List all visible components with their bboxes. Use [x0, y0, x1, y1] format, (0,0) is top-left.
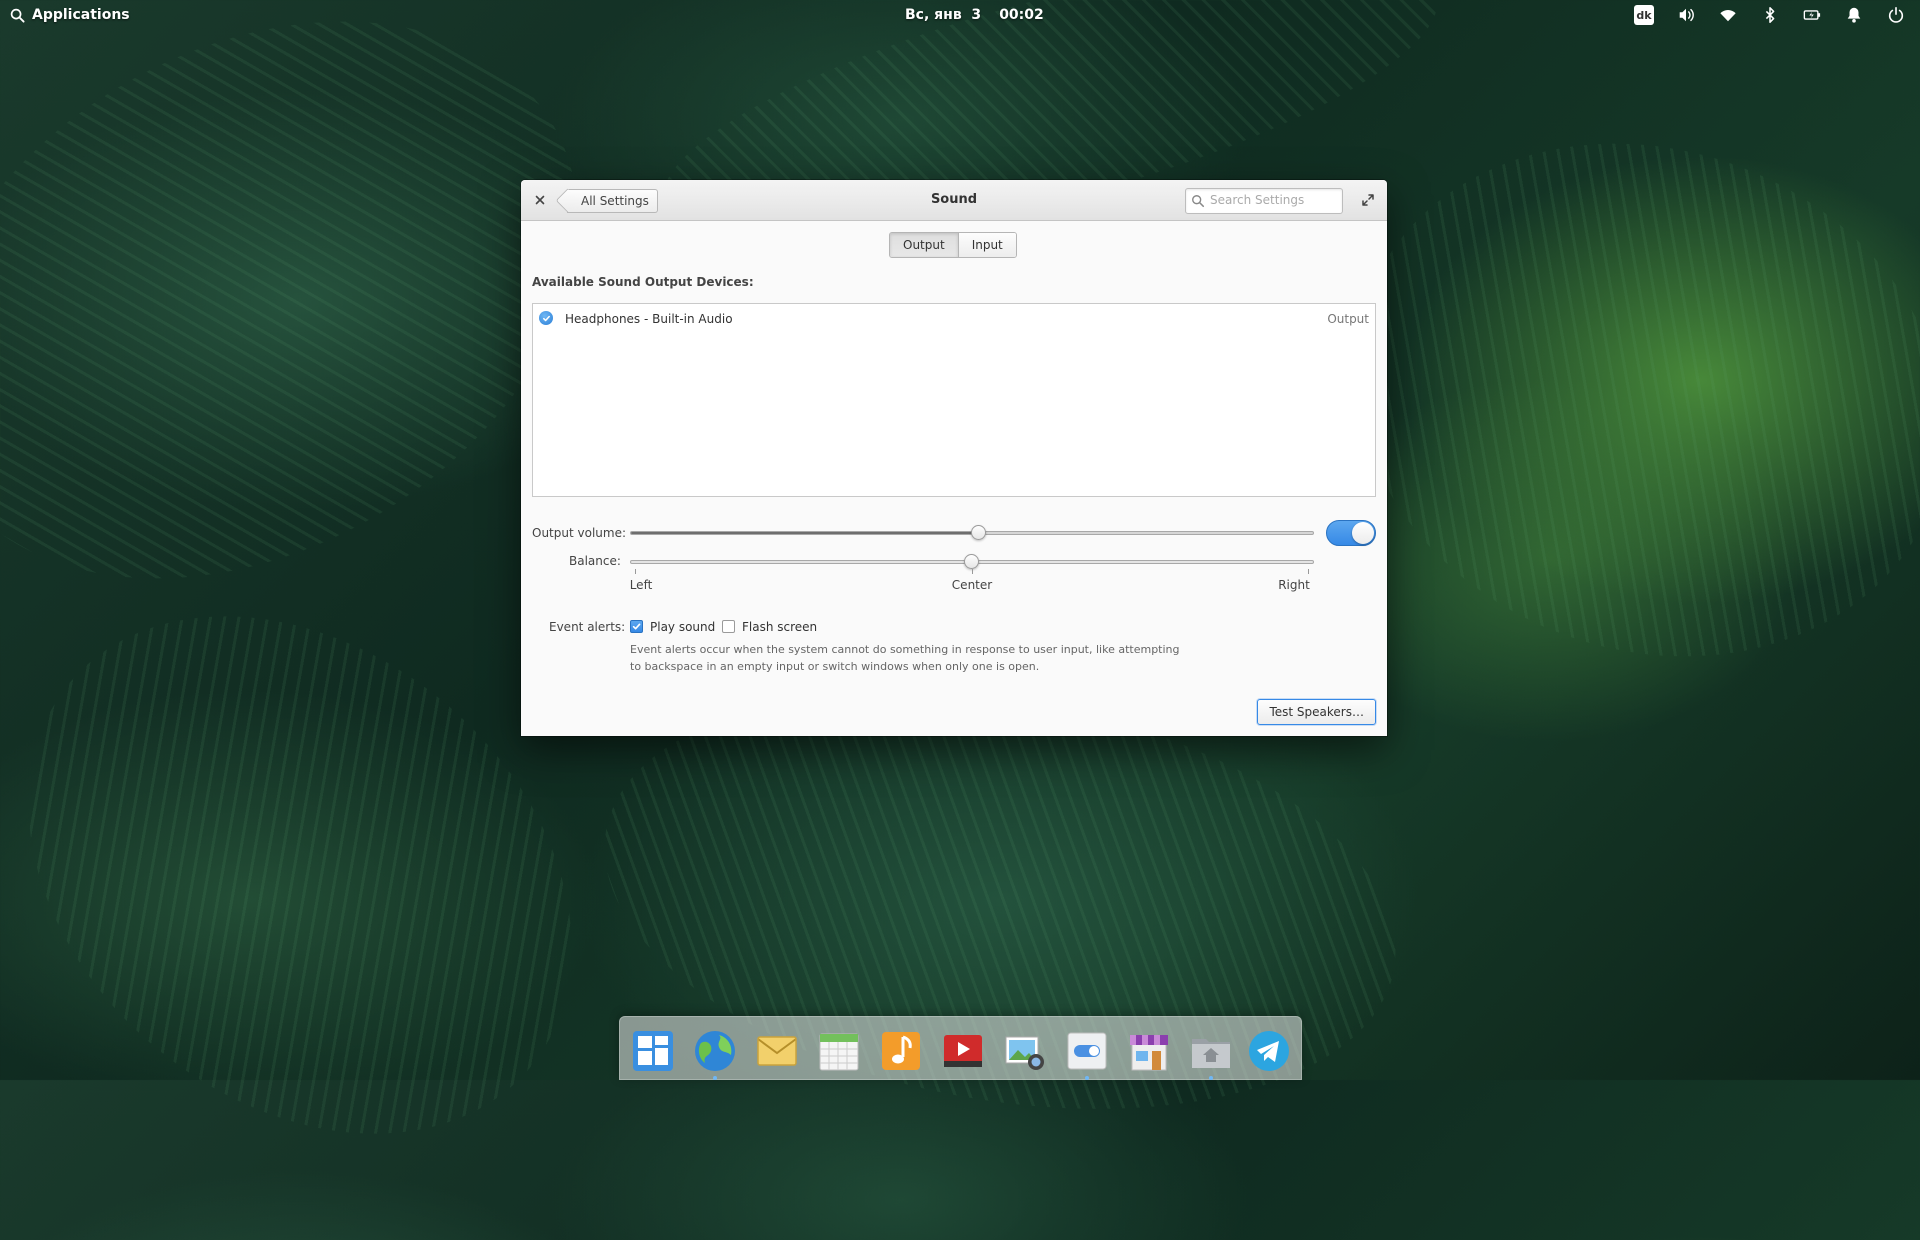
- bluetooth-icon[interactable]: [1760, 5, 1780, 25]
- multitasking-view-icon: [633, 1031, 673, 1071]
- music-icon: [882, 1032, 920, 1070]
- tab-output[interactable]: Output: [890, 233, 958, 257]
- output-input-switcher: Output Input: [889, 232, 1017, 258]
- back-button-label: All Settings: [581, 194, 649, 208]
- web-browser-icon: [695, 1031, 735, 1071]
- tab-input[interactable]: Input: [957, 233, 1016, 257]
- top-panel: Applications Вс, янв 3 00:02 dk: [0, 0, 1920, 30]
- app-center-icon: [1130, 1035, 1168, 1071]
- balance-center-label: Center: [951, 578, 993, 592]
- device-type: Output: [1327, 312, 1369, 326]
- battery-icon[interactable]: [1802, 5, 1822, 25]
- flash-screen-label[interactable]: Flash screen: [742, 620, 817, 634]
- running-indicator: [1085, 1076, 1089, 1080]
- volume-icon[interactable]: [1676, 5, 1696, 25]
- search-icon: [1192, 195, 1205, 208]
- balance-tick-right: [1308, 569, 1309, 574]
- keyboard-layout-indicator[interactable]: dk: [1634, 5, 1654, 25]
- applications-label: Applications: [32, 7, 130, 23]
- running-indicator: [1209, 1076, 1213, 1080]
- dock-item-mail[interactable]: [755, 1029, 799, 1073]
- dock-item-multitasking[interactable]: [631, 1029, 675, 1073]
- system-settings-icon: [1067, 1032, 1107, 1070]
- maximize-icon: [1362, 194, 1374, 206]
- dock-item-telegram[interactable]: [1247, 1029, 1291, 1073]
- running-indicator: [713, 1076, 717, 1080]
- event-alerts-description: Event alerts occur when the system canno…: [630, 643, 1180, 673]
- switch-knob: [1352, 522, 1374, 544]
- test-speakers-button[interactable]: Test Speakers…: [1257, 699, 1376, 725]
- search-settings-input[interactable]: [1210, 189, 1336, 211]
- output-mute-switch[interactable]: [1326, 520, 1376, 546]
- balance-right-label: Right: [1278, 578, 1310, 592]
- play-sound-label[interactable]: Play sound: [650, 620, 715, 634]
- search-icon: [10, 8, 25, 23]
- output-volume-fill: [631, 532, 980, 534]
- all-settings-back-button[interactable]: All Settings: [567, 189, 658, 213]
- calendar-icon: [819, 1033, 859, 1071]
- event-alerts-label: Event alerts:: [549, 620, 626, 634]
- dock-item-music[interactable]: [879, 1029, 923, 1073]
- device-name: Headphones - Built-in Audio: [565, 312, 733, 326]
- dock-item-files[interactable]: [1189, 1029, 1233, 1080]
- time-label: 00:02: [999, 7, 1044, 23]
- balance-label: Balance:: [569, 554, 621, 568]
- dock-item-photos[interactable]: [1003, 1029, 1047, 1073]
- balance-tick-center: [972, 569, 973, 574]
- balance-left-label: Left: [629, 578, 653, 592]
- list-item[interactable]: Headphones - Built-in Audio Output: [533, 304, 1375, 334]
- flash-screen-checkbox[interactable]: [722, 620, 735, 633]
- balance-handle[interactable]: [963, 554, 979, 569]
- telegram-icon: [1249, 1031, 1289, 1071]
- devices-section-label: Available Sound Output Devices:: [532, 275, 754, 289]
- applications-menu[interactable]: Applications: [10, 0, 130, 30]
- output-volume-handle[interactable]: [971, 525, 987, 540]
- selected-check-icon: [539, 311, 553, 325]
- datetime-indicator[interactable]: Вс, янв 3 00:02: [905, 0, 1044, 30]
- output-volume-label: Output volume:: [532, 526, 626, 540]
- dock-item-system-settings[interactable]: [1065, 1029, 1109, 1080]
- output-devices-list: Headphones - Built-in Audio Output: [532, 303, 1376, 497]
- dock: [619, 1016, 1302, 1080]
- files-icon: [1192, 1039, 1230, 1068]
- sound-settings-window: Sound All Settings Output Input Availabl…: [521, 180, 1387, 736]
- date-label: Вс, янв 3: [905, 7, 982, 23]
- dock-item-app-center[interactable]: [1127, 1029, 1171, 1073]
- search-box[interactable]: [1185, 188, 1343, 214]
- power-icon[interactable]: [1886, 5, 1906, 25]
- mail-icon: [757, 1036, 797, 1066]
- wifi-icon[interactable]: [1718, 5, 1738, 25]
- dock-item-videos[interactable]: [941, 1029, 985, 1073]
- videos-icon: [944, 1035, 982, 1067]
- photos-icon: [1005, 1036, 1044, 1070]
- keyboard-layout-label: dk: [1634, 5, 1654, 25]
- dock-item-calendar[interactable]: [817, 1029, 861, 1073]
- dock-item-web-browser[interactable]: [693, 1029, 737, 1080]
- notifications-icon[interactable]: [1844, 5, 1864, 25]
- maximize-button[interactable]: [1359, 191, 1377, 209]
- play-sound-checkbox[interactable]: [630, 620, 643, 633]
- titlebar: Sound All Settings: [521, 180, 1387, 221]
- balance-tick-left: [635, 569, 636, 574]
